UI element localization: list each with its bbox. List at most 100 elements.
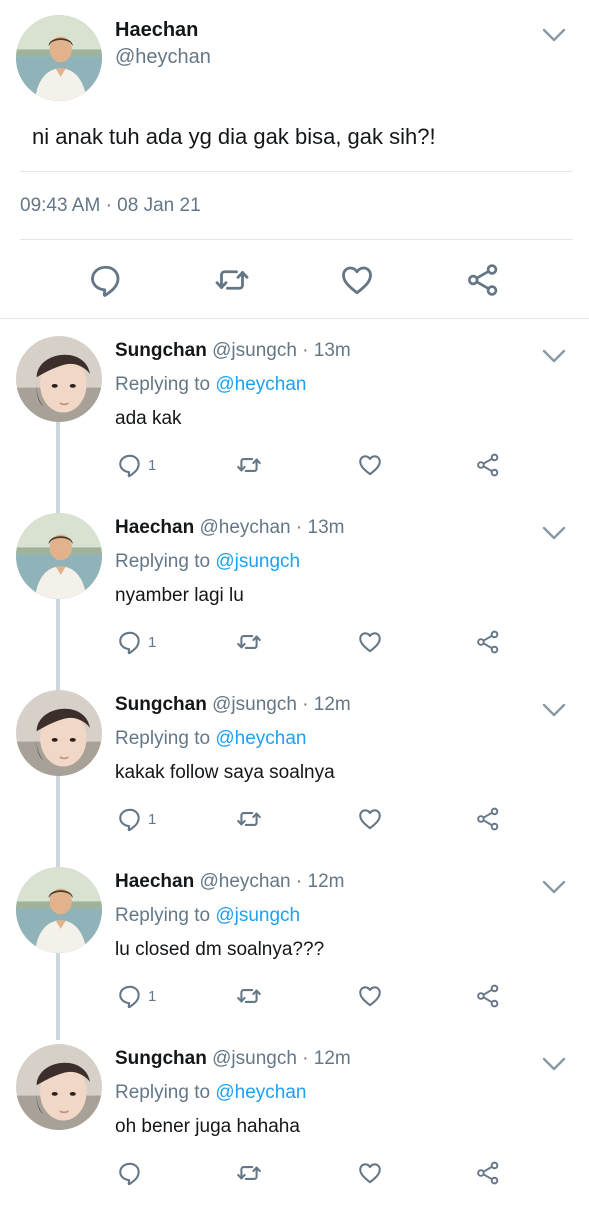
author-name[interactable]: Haechan [115, 517, 194, 538]
speech-bubble-icon [117, 806, 143, 832]
author-handle[interactable]: @jsungch [212, 694, 297, 715]
retweet-button[interactable] [236, 806, 262, 832]
retweet-button[interactable] [236, 452, 262, 478]
replying-prefix: Replying to [115, 728, 211, 749]
like-button[interactable] [357, 806, 383, 832]
retweet-arrows-icon [236, 629, 262, 655]
author-handle[interactable]: @heychan [199, 517, 290, 538]
avatar[interactable] [16, 15, 102, 101]
heart-outline-icon [357, 806, 383, 832]
reply-age: · 12m [302, 694, 351, 715]
chevron-down-icon[interactable] [541, 879, 567, 895]
author-name[interactable]: Sungchan [115, 694, 207, 715]
tweet-time: 09:43 AM [20, 195, 101, 216]
share-button[interactable] [475, 983, 501, 1009]
reply-tweet[interactable]: Haechan @heychan · 12m Replying to @jsung… [0, 867, 589, 1043]
replying-prefix: Replying to [115, 374, 211, 395]
reply-tweet[interactable]: Sungchan @jsungch · 12m Replying to @heyc… [0, 1044, 589, 1220]
divider [20, 171, 573, 172]
reply-tweet[interactable]: Sungchan @jsungch · 13m Replying to @heyc… [0, 336, 589, 512]
chevron-down-icon[interactable] [541, 525, 567, 541]
like-button[interactable] [357, 1160, 383, 1186]
avatar[interactable] [16, 513, 102, 599]
replying-to-link[interactable]: @jsungch [215, 905, 300, 926]
heart-outline-icon [339, 262, 375, 298]
reply-button[interactable]: 1 [117, 806, 156, 832]
tweet-text: ni anak tuh ada yg dia gak bisa, gak sih… [32, 124, 436, 149]
retweet-button[interactable] [214, 262, 250, 298]
share-button[interactable] [465, 262, 501, 298]
chevron-down-icon[interactable] [541, 348, 567, 364]
reply-count: 1 [148, 633, 157, 651]
share-nodes-icon [465, 262, 501, 298]
replying-to-link[interactable]: @jsungch [215, 551, 300, 572]
chevron-down-icon[interactable] [541, 27, 567, 43]
share-button[interactable] [475, 806, 501, 832]
reply-text: ada kak [115, 408, 182, 429]
author-name[interactable]: Haechan [115, 19, 198, 42]
avatar[interactable] [16, 1044, 102, 1130]
reply-header: Sungchan @jsungch · 12m [115, 694, 351, 716]
reply-header: Haechan @heychan · 12m [115, 871, 344, 893]
reply-age: · 13m [302, 340, 351, 361]
retweet-arrows-icon [214, 262, 250, 298]
retweet-button[interactable] [236, 983, 262, 1009]
reply-button[interactable]: 1 [117, 629, 156, 655]
share-nodes-icon [475, 806, 501, 832]
author-handle[interactable]: @jsungch [212, 1048, 297, 1069]
reply-button[interactable] [88, 262, 124, 298]
heart-outline-icon [357, 1160, 383, 1186]
speech-bubble-icon [117, 983, 143, 1009]
speech-bubble-icon [88, 262, 124, 298]
avatar[interactable] [16, 867, 102, 953]
author-handle[interactable]: @heychan [199, 871, 290, 892]
retweet-button[interactable] [236, 629, 262, 655]
share-nodes-icon [475, 629, 501, 655]
share-button[interactable] [475, 1160, 501, 1186]
like-button[interactable] [357, 983, 383, 1009]
retweet-button[interactable] [236, 1160, 262, 1186]
like-button[interactable] [339, 262, 375, 298]
reply-button[interactable]: 1 [117, 452, 156, 478]
author-name[interactable]: Sungchan [115, 340, 207, 361]
avatar[interactable] [16, 690, 102, 776]
share-nodes-icon [475, 1160, 501, 1186]
chevron-down-icon[interactable] [541, 702, 567, 718]
reply-button[interactable]: 1 [117, 983, 156, 1009]
share-nodes-icon [475, 452, 501, 478]
reply-button[interactable] [117, 1160, 148, 1186]
retweet-arrows-icon [236, 452, 262, 478]
author-name[interactable]: Haechan [115, 871, 194, 892]
retweet-arrows-icon [236, 983, 262, 1009]
share-nodes-icon [475, 983, 501, 1009]
tweet-timestamp[interactable]: 09:43 AM · 08 Jan 21 [20, 195, 201, 217]
timestamp-separator: · [105, 195, 112, 216]
replying-to-link[interactable]: @heychan [215, 374, 306, 395]
divider [20, 239, 573, 240]
like-button[interactable] [357, 629, 383, 655]
reply-header: Haechan @heychan · 13m [115, 517, 344, 539]
replying-to-link[interactable]: @heychan [215, 1082, 306, 1103]
share-button[interactable] [475, 629, 501, 655]
chevron-down-icon[interactable] [541, 1056, 567, 1072]
avatar[interactable] [16, 336, 102, 422]
author-handle[interactable]: @jsungch [212, 340, 297, 361]
reply-tweet[interactable]: Haechan @heychan · 13m Replying to @jsung… [0, 513, 589, 689]
like-button[interactable] [357, 452, 383, 478]
author-handle[interactable]: @heychan [115, 46, 211, 69]
reply-count: 1 [148, 987, 157, 1005]
share-button[interactable] [475, 452, 501, 478]
retweet-arrows-icon [236, 1160, 262, 1186]
replying-prefix: Replying to [115, 1082, 211, 1103]
replying-to-link[interactable]: @heychan [215, 728, 306, 749]
reply-age: · 13m [295, 517, 345, 538]
reply-text: nyamber lagi lu [115, 585, 244, 606]
replying-to: Replying to @jsungch [115, 905, 300, 927]
replying-to: Replying to @heychan [115, 728, 306, 750]
reply-header: Sungchan @jsungch · 12m [115, 1048, 351, 1070]
speech-bubble-icon [117, 629, 143, 655]
author-name[interactable]: Sungchan [115, 1048, 207, 1069]
replying-to: Replying to @heychan [115, 374, 306, 396]
reply-count: 1 [148, 810, 157, 828]
reply-tweet[interactable]: Sungchan @jsungch · 12m Replying to @heyc… [0, 690, 589, 866]
